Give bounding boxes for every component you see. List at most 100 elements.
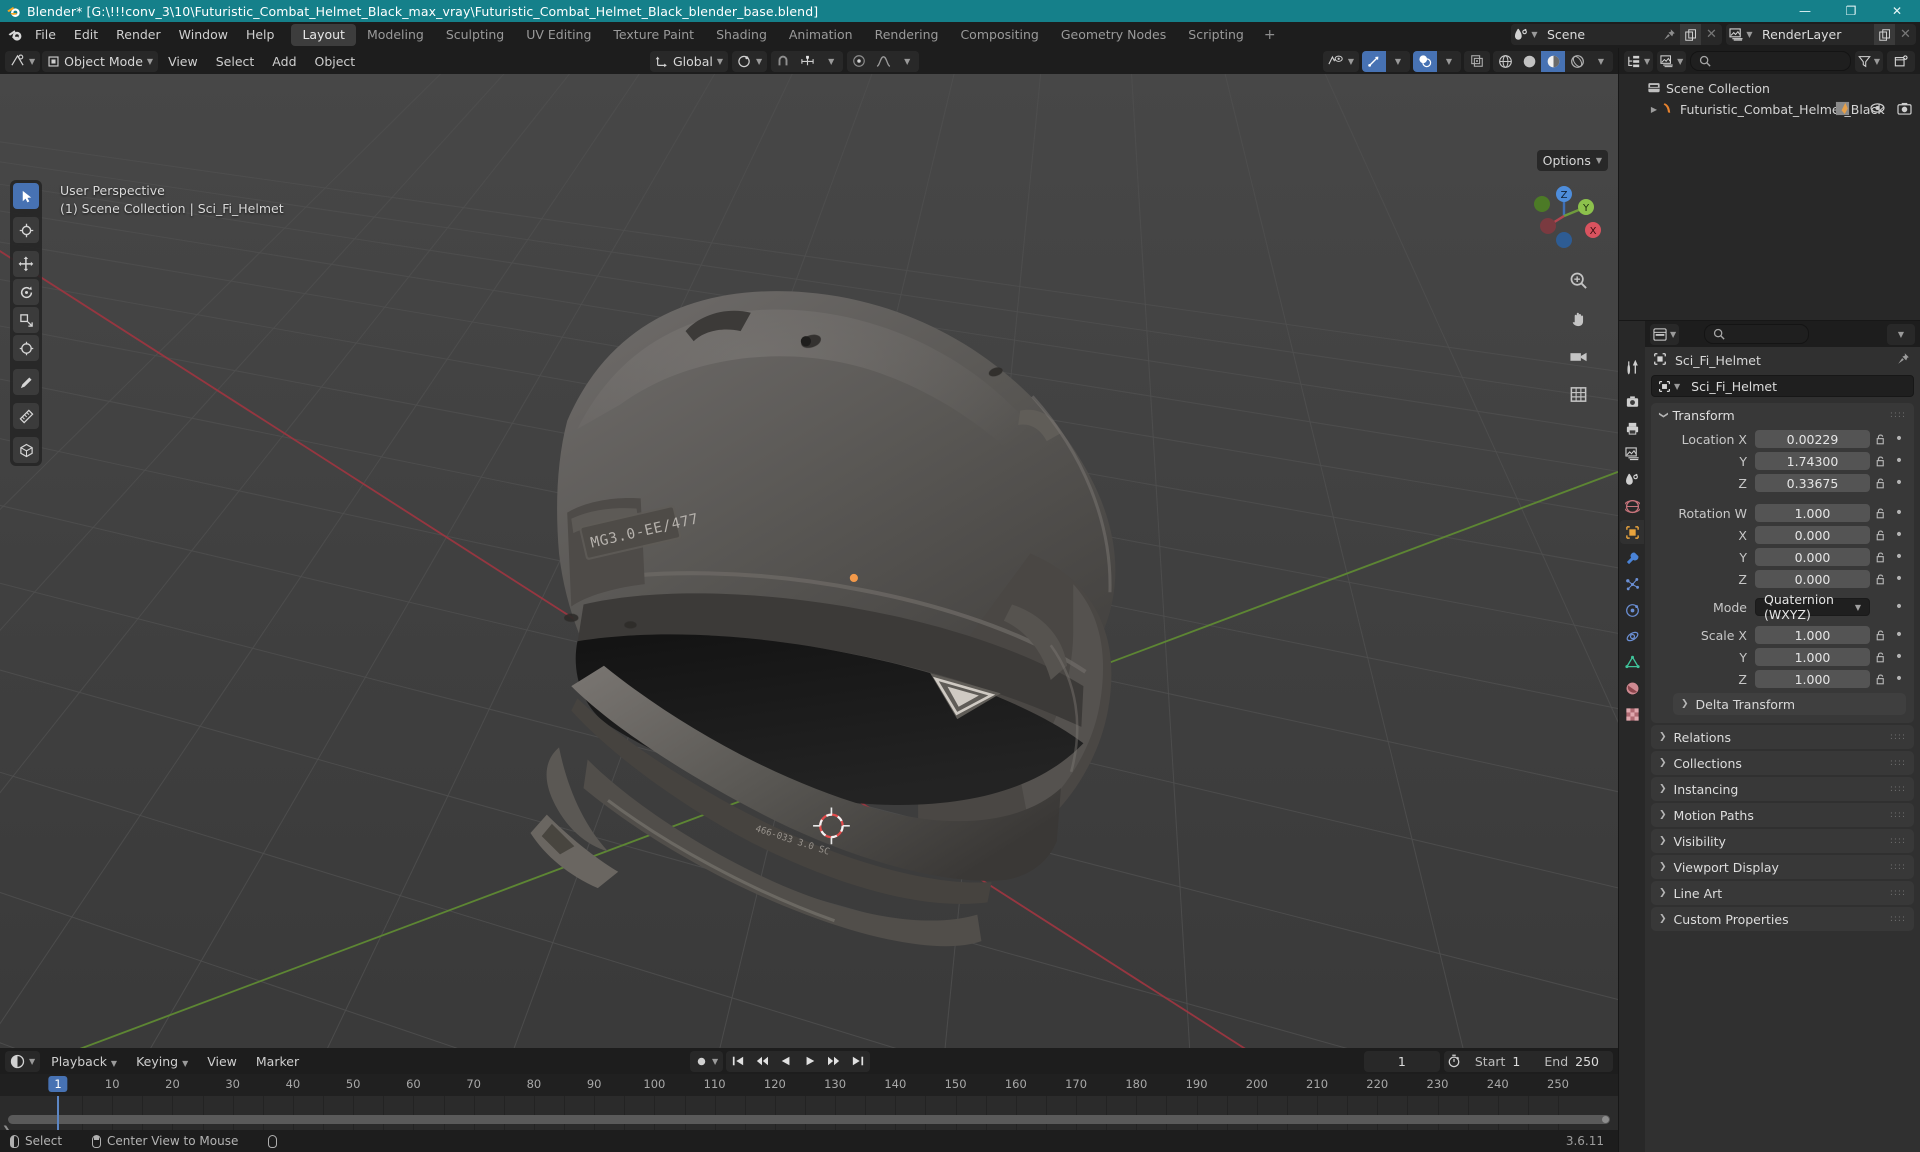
play-button[interactable] bbox=[798, 1050, 823, 1072]
lock-icon[interactable] bbox=[1870, 551, 1892, 564]
delete-view-layer-icon[interactable]: ✕ bbox=[1895, 24, 1916, 45]
animate-property-icon[interactable]: • bbox=[1892, 572, 1906, 586]
tab-modifier-icon[interactable] bbox=[1620, 546, 1644, 570]
animate-property-icon[interactable]: • bbox=[1892, 550, 1906, 564]
snap-magnet-icon[interactable] bbox=[771, 50, 796, 72]
menu-render[interactable]: Render bbox=[107, 24, 170, 46]
scale-x-value[interactable]: 1.000 bbox=[1755, 626, 1870, 644]
pin-icon[interactable] bbox=[1897, 352, 1910, 368]
animate-property-icon[interactable]: • bbox=[1892, 650, 1906, 664]
solid-shading-icon[interactable] bbox=[1517, 50, 1541, 72]
delta-transform-subpanel[interactable]: ❯ Delta Transform bbox=[1673, 693, 1906, 715]
viewport-menu-view[interactable]: View bbox=[160, 54, 206, 69]
tab-shading[interactable]: Shading bbox=[705, 24, 778, 46]
tab-tool-icon[interactable] bbox=[1620, 355, 1644, 379]
timeline-playhead-label[interactable]: 1 bbox=[48, 1076, 68, 1092]
lock-icon[interactable] bbox=[1870, 433, 1892, 446]
rotation-w-value[interactable]: 1.000 bbox=[1755, 504, 1870, 522]
view-layer-selector[interactable]: ▼ RenderLayer ✕ bbox=[1726, 24, 1916, 45]
viewport-menu-add[interactable]: Add bbox=[264, 54, 304, 69]
panel-relations[interactable]: ❯ Relations :::: bbox=[1651, 725, 1914, 749]
eye-icon[interactable] bbox=[1870, 102, 1885, 117]
tab-texture-paint[interactable]: Texture Paint bbox=[602, 24, 705, 46]
outliner-display-mode-button[interactable]: ▼ bbox=[1657, 50, 1687, 72]
snap-target-icon[interactable] bbox=[795, 50, 820, 72]
animate-property-icon[interactable]: • bbox=[1892, 672, 1906, 686]
show-gizmo-icon[interactable] bbox=[1362, 50, 1386, 72]
mesh-data-icon[interactable] bbox=[1835, 101, 1850, 119]
tab-scripting[interactable]: Scripting bbox=[1177, 24, 1255, 46]
tab-uv-editing[interactable]: UV Editing bbox=[515, 24, 602, 46]
lock-icon[interactable] bbox=[1870, 673, 1892, 686]
lock-icon[interactable] bbox=[1870, 573, 1892, 586]
object-name-value[interactable]: Sci_Fi_Helmet bbox=[1691, 379, 1777, 394]
tool-tweak-select-icon[interactable] bbox=[13, 183, 39, 209]
properties-options-button[interactable]: ▼ bbox=[1887, 323, 1915, 345]
minimize-button[interactable]: — bbox=[1782, 0, 1828, 22]
timeline-track-area[interactable]: ❯ bbox=[0, 1096, 1618, 1130]
navigation-gizmo[interactable]: Z Y X bbox=[1526, 178, 1602, 254]
viewport-3d[interactable]: MG3.0-EE/477 466-033 3.0 SC User Perspec… bbox=[0, 74, 1618, 1048]
animate-property-icon[interactable]: • bbox=[1892, 506, 1906, 520]
material-preview-shading-icon[interactable] bbox=[1541, 50, 1565, 72]
tab-compositing[interactable]: Compositing bbox=[949, 24, 1049, 46]
timeline-menu-playback[interactable]: Playback ▼ bbox=[43, 1054, 125, 1069]
tab-physics-icon[interactable] bbox=[1620, 598, 1644, 622]
current-frame-field[interactable]: 1 bbox=[1363, 1050, 1440, 1072]
close-button[interactable]: ✕ bbox=[1874, 0, 1920, 22]
panel-line-art[interactable]: ❯ Line Art :::: bbox=[1651, 881, 1914, 905]
tab-view-layer-icon[interactable] bbox=[1620, 442, 1644, 466]
use-preview-range-icon[interactable] bbox=[1444, 1051, 1465, 1072]
tool-add-cube-icon[interactable] bbox=[13, 437, 39, 463]
falloff-chevron-icon[interactable]: ▼ bbox=[895, 50, 920, 72]
panel-motion-paths[interactable]: ❯ Motion Paths :::: bbox=[1651, 803, 1914, 827]
scale-z-value[interactable]: 1.000 bbox=[1755, 670, 1870, 688]
outliner-row-scene-collection[interactable]: Scene Collection bbox=[1619, 78, 1920, 99]
wireframe-shading-icon[interactable] bbox=[1493, 50, 1517, 72]
camera-icon[interactable] bbox=[1897, 102, 1912, 118]
tool-cursor-icon[interactable] bbox=[13, 217, 39, 243]
scale-y-value[interactable]: 1.000 bbox=[1755, 648, 1870, 666]
outliner-row-object[interactable]: ▶ Futuristic_Combat_Helmet_Black bbox=[1619, 99, 1920, 120]
location-z-value[interactable]: 0.33675 bbox=[1755, 474, 1870, 492]
end-frame-value[interactable]: 250 bbox=[1575, 1054, 1613, 1069]
tab-sculpting[interactable]: Sculpting bbox=[435, 24, 515, 46]
panel-instancing[interactable]: ❯ Instancing :::: bbox=[1651, 777, 1914, 801]
camera-view-icon[interactable] bbox=[1564, 342, 1592, 370]
jump-to-end-button[interactable] bbox=[846, 1050, 871, 1072]
overlays-chevron-icon[interactable]: ▼ bbox=[1437, 50, 1461, 72]
tool-annotate-icon[interactable] bbox=[13, 369, 39, 395]
lock-icon[interactable] bbox=[1870, 507, 1892, 520]
tab-output-icon[interactable] bbox=[1620, 416, 1644, 440]
panel-custom-properties[interactable]: ❯ Custom Properties :::: bbox=[1651, 907, 1914, 931]
tab-rendering[interactable]: Rendering bbox=[864, 24, 950, 46]
gizmo-chevron-icon[interactable]: ▼ bbox=[1386, 50, 1410, 72]
animate-property-icon[interactable]: • bbox=[1892, 476, 1906, 490]
timeline-menu-marker[interactable]: Marker bbox=[248, 1054, 307, 1069]
animate-property-icon[interactable]: • bbox=[1892, 528, 1906, 542]
falloff-curve-icon[interactable] bbox=[871, 50, 896, 72]
snap-chevron-icon[interactable]: ▼ bbox=[819, 50, 844, 72]
lock-icon[interactable] bbox=[1870, 629, 1892, 642]
lock-icon[interactable] bbox=[1870, 529, 1892, 542]
rotation-y-value[interactable]: 0.000 bbox=[1755, 548, 1870, 566]
location-x-value[interactable]: 0.00229 bbox=[1755, 430, 1870, 448]
pin-icon[interactable] bbox=[1659, 24, 1680, 45]
previous-keyframe-button[interactable] bbox=[750, 1050, 775, 1072]
tool-transform-icon[interactable] bbox=[13, 335, 39, 361]
show-overlays-icon[interactable] bbox=[1413, 50, 1437, 72]
animate-property-icon[interactable]: • bbox=[1892, 454, 1906, 468]
animate-property-icon[interactable]: • bbox=[1892, 628, 1906, 642]
new-view-layer-icon[interactable] bbox=[1874, 24, 1895, 45]
tab-constraints-icon[interactable] bbox=[1620, 624, 1644, 648]
transform-panel-header[interactable]: ❯ Transform :::: bbox=[1651, 403, 1914, 427]
panel-collections[interactable]: ❯ Collections :::: bbox=[1651, 751, 1914, 775]
blender-menu-icon[interactable] bbox=[4, 24, 26, 46]
pan-hand-icon[interactable] bbox=[1564, 304, 1592, 332]
delete-scene-icon[interactable]: ✕ bbox=[1701, 24, 1722, 45]
tab-particles-icon[interactable] bbox=[1620, 572, 1644, 596]
viewport-options-button[interactable]: Options ▼ bbox=[1536, 150, 1608, 171]
mode-selector[interactable]: Object Mode ▼ bbox=[42, 50, 159, 72]
outliner-editor-type-button[interactable]: ▼ bbox=[1624, 50, 1654, 72]
animate-property-icon[interactable]: • bbox=[1892, 600, 1906, 614]
